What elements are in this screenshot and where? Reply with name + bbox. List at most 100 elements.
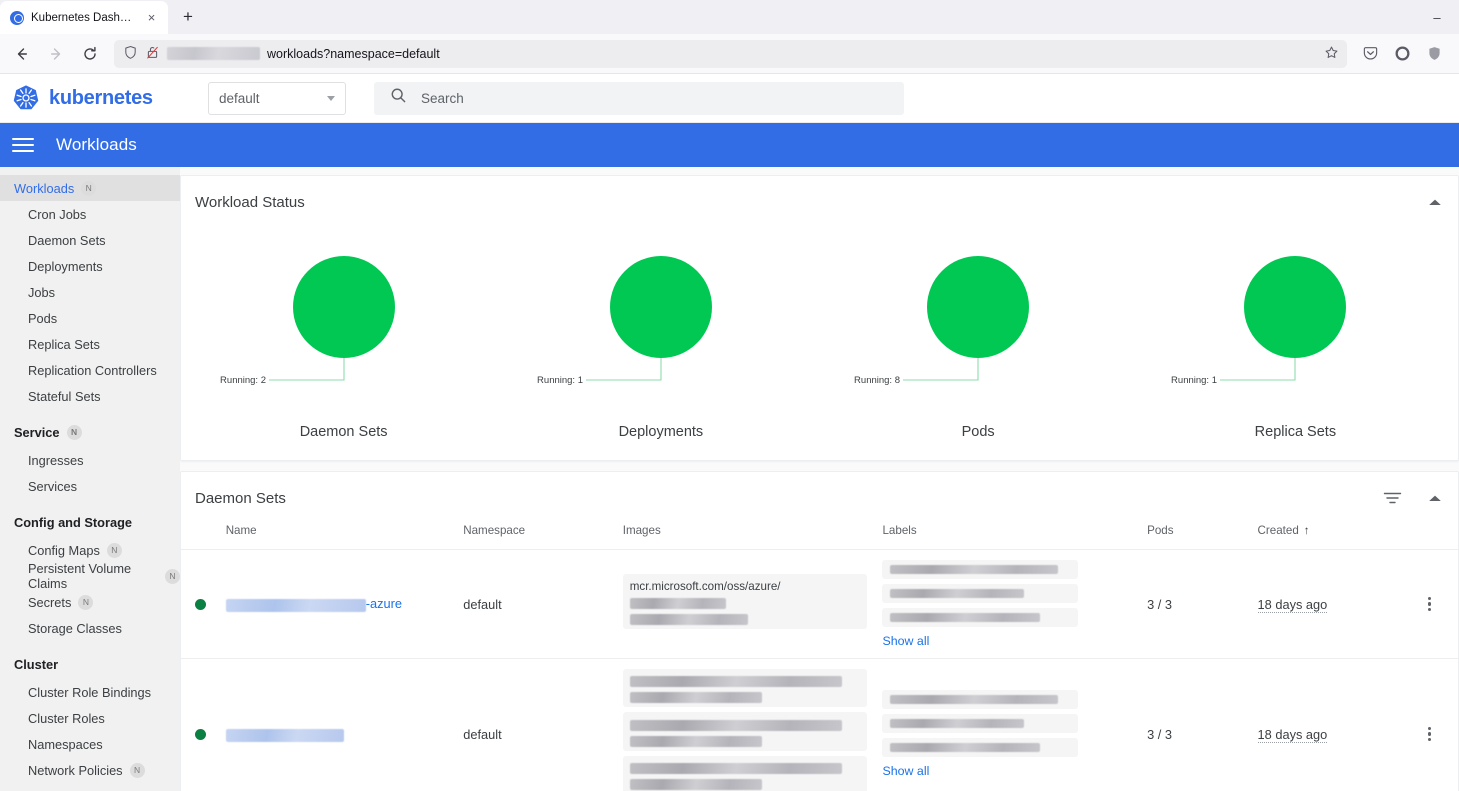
sidebar-section-service: Service N: [0, 417, 180, 447]
star-icon[interactable]: [1324, 45, 1339, 63]
main-content: Workload Status Running: 2 Daemon Sets Run…: [180, 167, 1459, 791]
image-text: mcr.microsoft.com/oss/azure/: [629, 579, 781, 593]
workload-chart-pods[interactable]: Running: 8 Pods: [820, 228, 1137, 452]
show-all-link[interactable]: Show all: [882, 764, 929, 778]
created-cell: 18 days ago: [1257, 549, 1402, 659]
sidebar-item-cluster-role-bindings[interactable]: Cluster Role Bindings: [0, 679, 180, 705]
resource-name-suffix[interactable]: -azure: [366, 596, 402, 611]
workload-chart-deployments[interactable]: Running: 1 Deployments: [502, 228, 819, 452]
sidebar-item-namespaces[interactable]: Namespaces: [0, 731, 180, 757]
table-header-pods[interactable]: Pods: [1147, 524, 1257, 550]
chart-label: Daemon Sets: [299, 424, 388, 440]
search-input[interactable]: Search: [374, 81, 904, 115]
sidebar-item-replication-controllers[interactable]: Replication Controllers: [0, 357, 180, 383]
namespace-selector[interactable]: default: [208, 81, 346, 115]
sidebar-item-cluster-roles[interactable]: Cluster Roles: [0, 705, 180, 731]
redacted-name: [225, 728, 344, 742]
caret-up-icon[interactable]: [1428, 198, 1442, 207]
table-header-name[interactable]: Name: [226, 524, 464, 550]
row-actions-cell[interactable]: [1401, 549, 1458, 659]
shield-extension-icon[interactable]: [1419, 39, 1449, 69]
back-icon[interactable]: [6, 39, 38, 69]
sidebar-item-replica-sets[interactable]: Replica Sets: [0, 331, 180, 357]
table-header-images[interactable]: Images: [623, 524, 883, 550]
sidebar-item-stateful-sets[interactable]: Stateful Sets: [0, 383, 180, 409]
kubernetes-favicon: [10, 10, 24, 25]
workload-chart-replica-sets[interactable]: Running: 1 Replica Sets: [1137, 228, 1454, 452]
table-header-created[interactable]: Created ↑: [1258, 524, 1402, 550]
sidebar-item-persistent-volume-claims[interactable]: Persistent Volume Claims N: [0, 561, 180, 591]
table-header-labels[interactable]: Labels: [882, 524, 1147, 550]
status-indicator: [181, 658, 226, 791]
shield-icon[interactable]: [123, 45, 138, 63]
address-bar[interactable]: workloads?namespace=default: [114, 39, 1347, 68]
redacted-image-tail: [629, 779, 762, 791]
hamburger-icon[interactable]: [12, 138, 34, 152]
browser-tab[interactable]: Kubernetes Dashboard ×: [0, 1, 168, 34]
sidebar-item-label: Stateful Sets: [28, 388, 101, 404]
row-actions-cell[interactable]: [1401, 658, 1458, 791]
kebab-menu-icon[interactable]: [1401, 726, 1458, 742]
redacted-label: [890, 743, 1041, 753]
new-tab-button[interactable]: +: [174, 3, 202, 31]
sidebar-item-label: Network Policies: [28, 762, 123, 778]
show-all-link[interactable]: Show all: [882, 634, 929, 648]
table-row[interactable]: -azure default mcr.microsoft.com/oss/azure…: [181, 549, 1458, 659]
sidebar-item-workloads[interactable]: Workloads N: [0, 175, 180, 201]
redacted-name: [225, 598, 366, 612]
sort-arrow-icon: ↑: [1303, 524, 1310, 537]
minimize-button[interactable]: –: [1415, 0, 1459, 34]
resource-name-cell[interactable]: -azure: [225, 549, 464, 659]
labels-cell: Show all: [882, 549, 1148, 659]
sidebar-item-daemon-sets[interactable]: Daemon Sets: [0, 227, 180, 253]
pods-count-cell: 3 / 3: [1147, 658, 1258, 791]
sidebar-section-cluster: Cluster: [0, 649, 180, 679]
pie-chart: Running: 1: [537, 256, 712, 386]
image-chip: mcr.microsoft.com/oss/azure/: [622, 573, 867, 630]
account-circle-icon[interactable]: [1387, 39, 1417, 69]
sidebar-item-secrets[interactable]: Secrets N: [0, 589, 180, 615]
table-body: -azure default mcr.microsoft.com/oss/azure…: [181, 549, 1458, 791]
sidebar-item-storage-classes[interactable]: Storage Classes: [0, 615, 180, 641]
filter-icon[interactable]: [1383, 491, 1402, 505]
reload-icon[interactable]: [74, 39, 106, 69]
browser-toolbar-icons: [1355, 39, 1453, 69]
status-indicator: [181, 549, 226, 659]
brand-logo-area[interactable]: kubernetes: [12, 84, 208, 112]
sidebar-item-services[interactable]: Services: [0, 473, 180, 499]
namespace-cell: default: [463, 549, 623, 659]
sidebar-item-label: Ingresses: [28, 452, 84, 468]
sidebar-item-network-policies[interactable]: Network Policies N: [0, 757, 180, 783]
sidebar-item-ingresses[interactable]: Ingresses: [0, 447, 180, 473]
tab-title: Kubernetes Dashboard: [31, 11, 136, 24]
close-icon[interactable]: ×: [143, 9, 160, 26]
created-cell: 18 days ago: [1257, 658, 1402, 791]
redacted-image-tail: [629, 692, 762, 704]
kebab-menu-icon[interactable]: [1401, 596, 1458, 612]
sidebar-item-deployments[interactable]: Deployments: [0, 253, 180, 279]
sidebar-item-pods[interactable]: Pods: [0, 305, 180, 331]
sidebar-item-config-maps[interactable]: Config Maps N: [0, 537, 180, 563]
daemon-sets-card: Daemon Sets Name Namespace Images Labels…: [180, 471, 1459, 791]
resource-name-cell[interactable]: [225, 658, 464, 791]
table-row[interactable]: default Show all 3 / 3 18 days ago: [181, 658, 1458, 791]
sidebar-item-label: Storage Classes: [28, 620, 122, 636]
daemon-sets-table: Name Namespace Images Labels Pods Created ↑ -a…: [181, 524, 1458, 791]
table-header-namespace[interactable]: Namespace: [463, 524, 623, 550]
redacted-label: [890, 719, 1025, 729]
lock-broken-icon[interactable]: [145, 45, 160, 63]
workload-status-charts: Running: 2 Daemon Sets Running: 1 Deploymen…: [181, 228, 1458, 460]
sidebar-item-cron-jobs[interactable]: Cron Jobs: [0, 201, 180, 227]
sidebar-item-jobs[interactable]: Jobs: [0, 279, 180, 305]
forward-icon[interactable]: [40, 39, 72, 69]
caret-up-icon[interactable]: [1428, 494, 1442, 503]
browser-window: Kubernetes Dashboard × + –: [0, 0, 1459, 791]
sidebar-item-label: Cron Jobs: [28, 206, 87, 222]
table-header-status: [181, 524, 226, 550]
column-label: Namespace: [463, 524, 526, 537]
workload-chart-daemon-sets[interactable]: Running: 2 Daemon Sets: [185, 228, 502, 452]
brand-name: kubernetes: [49, 86, 153, 109]
image-chip: [622, 669, 867, 708]
chart-annotation: Running: 1: [1171, 375, 1217, 386]
pocket-icon[interactable]: [1355, 39, 1385, 69]
